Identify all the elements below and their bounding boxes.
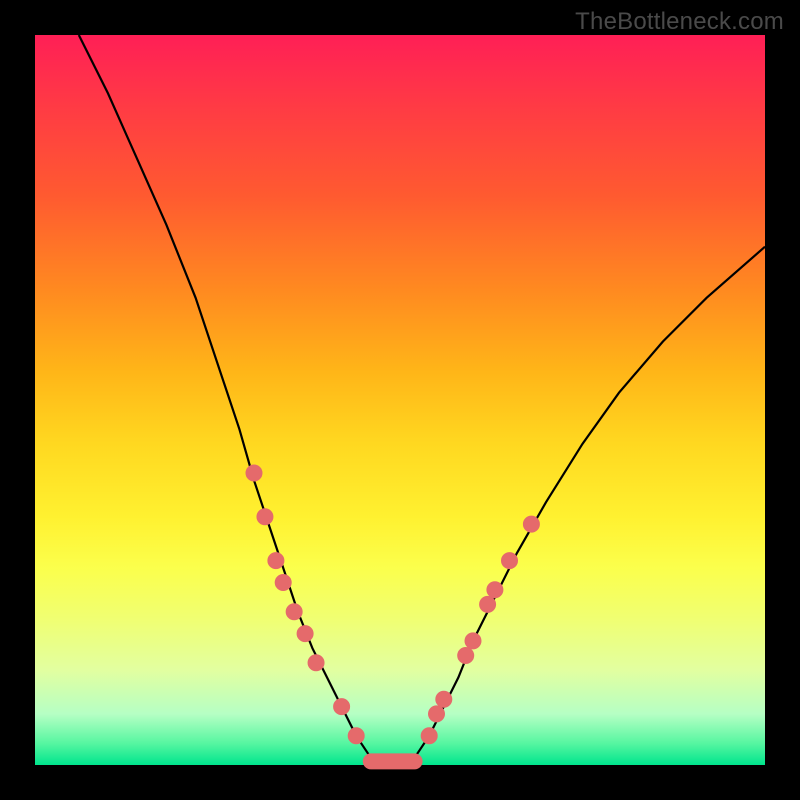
left-branch-curve [79, 35, 371, 758]
marker-dot [334, 699, 350, 715]
watermark-text: TheBottleneck.com [575, 8, 784, 36]
marker-dot [246, 465, 262, 481]
marker-dot [297, 626, 313, 642]
marker-dot [308, 655, 324, 671]
marker-dot [429, 706, 445, 722]
marker-dot [487, 582, 503, 598]
marker-dots-group [246, 465, 539, 744]
marker-dot [275, 575, 291, 591]
marker-dot [257, 509, 273, 525]
chart-container: TheBottleneck.com [0, 0, 800, 800]
marker-dot [465, 633, 481, 649]
marker-dot [436, 691, 452, 707]
marker-dot [458, 648, 474, 664]
plot-area [35, 35, 765, 765]
marker-dot [523, 516, 539, 532]
marker-dot [480, 596, 496, 612]
curve-layer [35, 35, 765, 765]
marker-dot [421, 728, 437, 744]
marker-dot [502, 553, 518, 569]
marker-dot [268, 553, 284, 569]
marker-dot [348, 728, 364, 744]
marker-dot [286, 604, 302, 620]
right-branch-curve [415, 247, 765, 758]
